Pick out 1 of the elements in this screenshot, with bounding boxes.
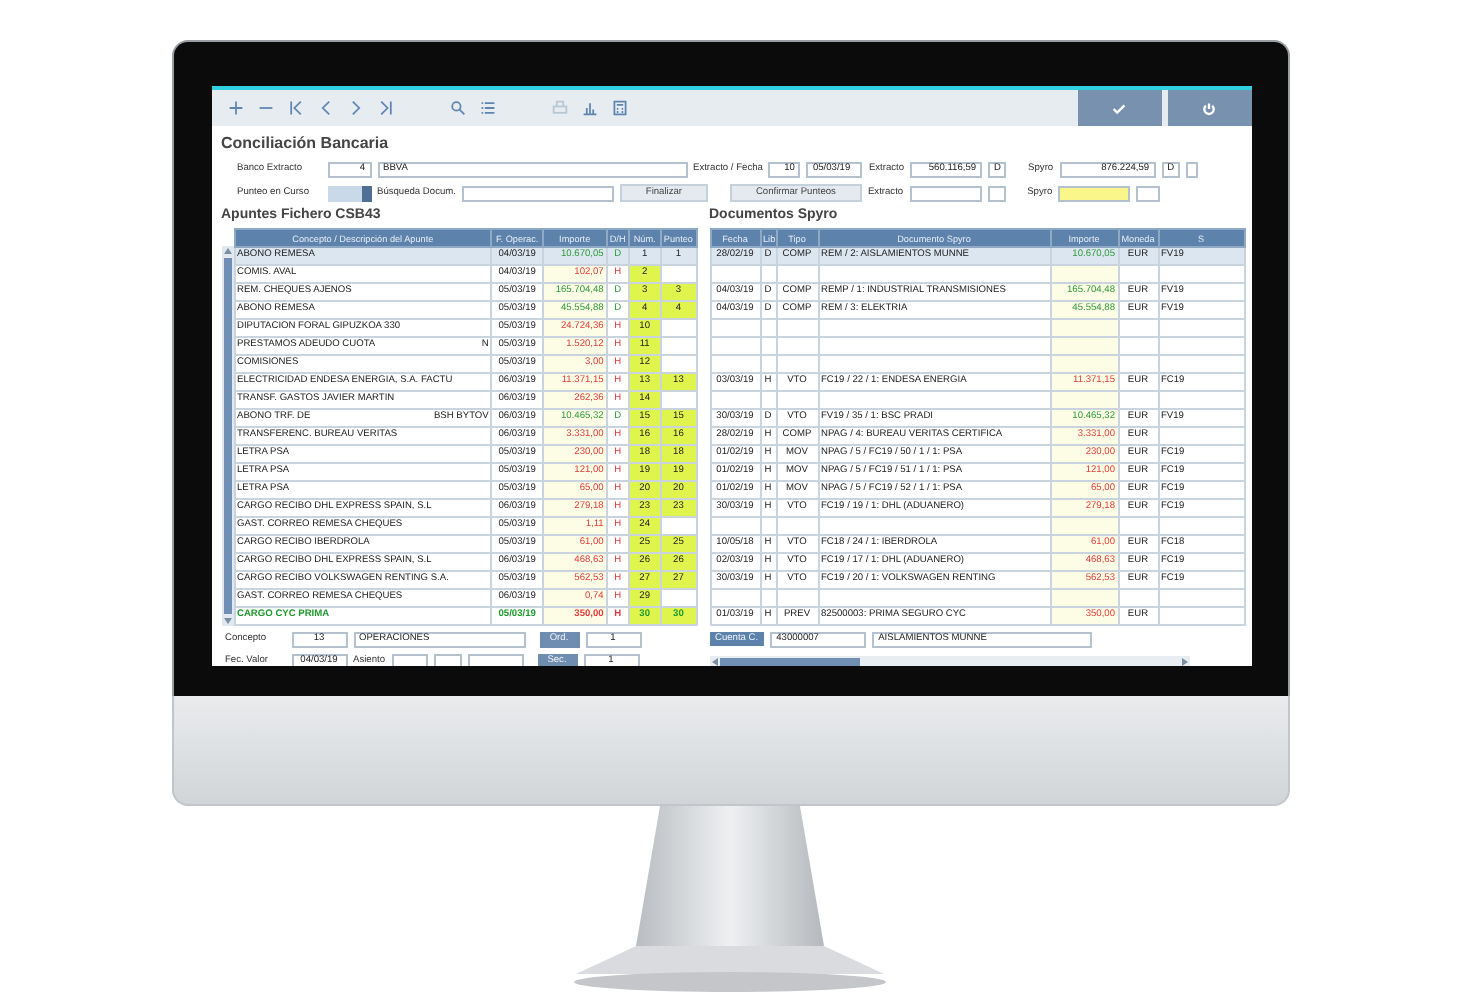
page-title: Conciliación Bancaria [221, 134, 391, 152]
